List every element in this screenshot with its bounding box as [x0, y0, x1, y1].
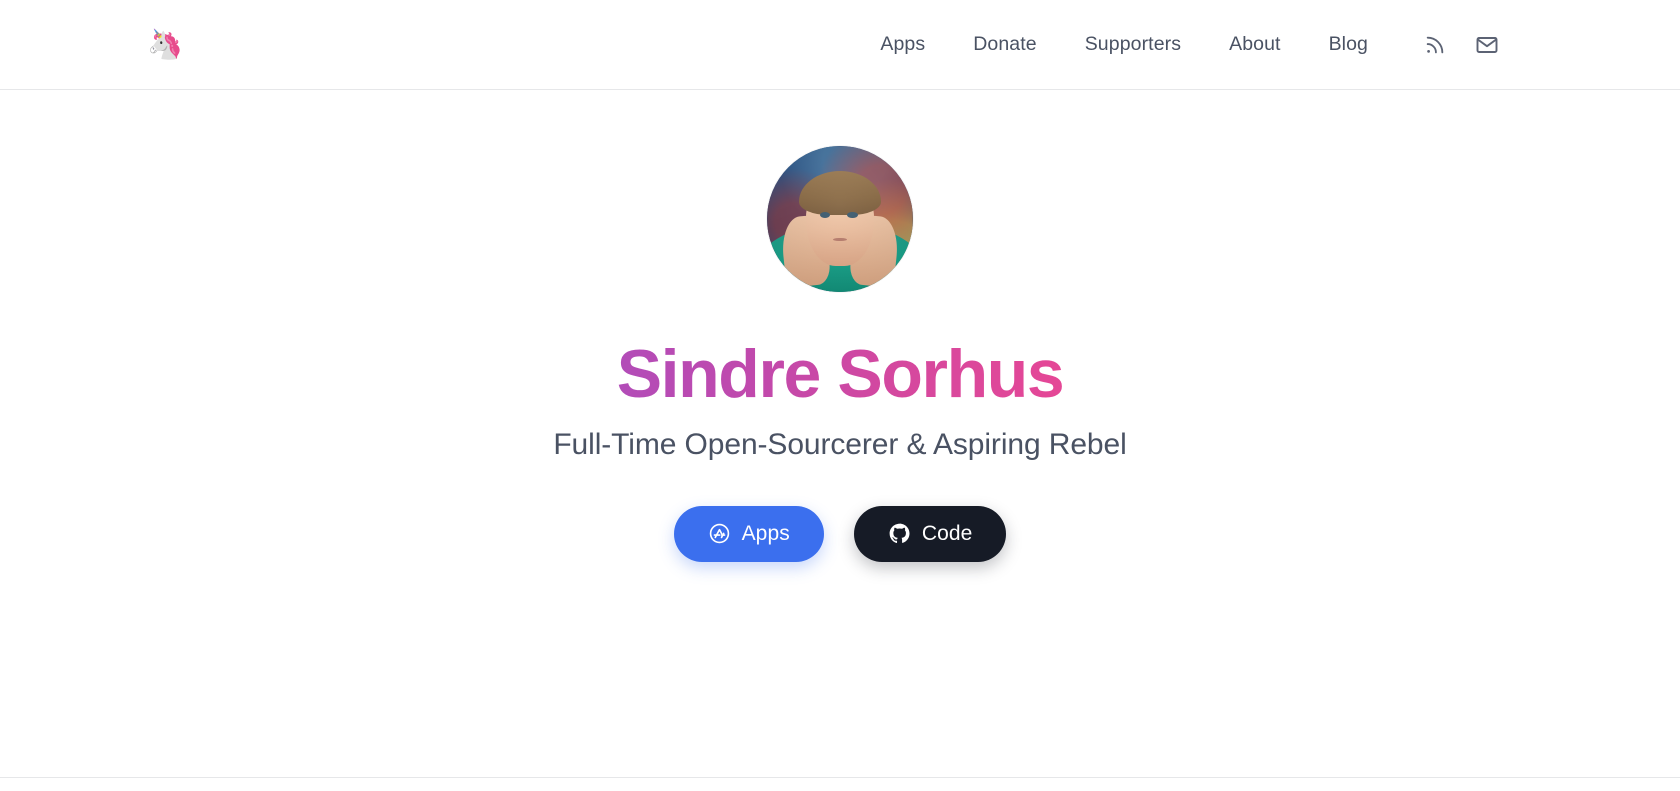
app-store-icon	[708, 522, 731, 545]
apps-button-label: Apps	[741, 522, 790, 546]
nav-link-apps[interactable]: Apps	[856, 25, 949, 65]
code-button-label: Code	[921, 522, 973, 546]
page-root: 🦄 Apps Donate Supporters About Blog Sind…	[0, 0, 1680, 791]
site-header: 🦄 Apps Donate Supporters About Blog	[0, 0, 1680, 90]
hero-action-buttons: Apps Code	[673, 505, 1007, 562]
github-icon	[888, 522, 911, 545]
nav-link-about[interactable]: About	[1205, 25, 1304, 65]
apps-button[interactable]: Apps	[673, 505, 824, 562]
unicorn-logo-icon: 🦄	[146, 27, 184, 61]
site-logo-link[interactable]: 🦄	[146, 27, 184, 62]
code-button[interactable]: Code	[853, 505, 1007, 562]
hero-section: Sindre Sorhus Full-Time Open-Sourcerer &…	[0, 90, 1680, 791]
nav-link-donate[interactable]: Donate	[949, 25, 1060, 65]
avatar	[767, 146, 913, 292]
nav-link-blog[interactable]: Blog	[1305, 25, 1392, 65]
page-title: Sindre Sorhus	[616, 336, 1065, 412]
avatar-vignette	[767, 146, 913, 292]
mail-icon[interactable]	[1472, 30, 1502, 60]
nav-link-supporters[interactable]: Supporters	[1061, 25, 1205, 65]
rss-icon[interactable]	[1420, 30, 1450, 60]
footer-divider	[0, 777, 1680, 778]
page-tagline: Full-Time Open-Sourcerer & Aspiring Rebe…	[553, 428, 1127, 462]
nav-icon-group	[1420, 30, 1502, 60]
main-navigation: Apps Donate Supporters About Blog	[856, 25, 1502, 65]
